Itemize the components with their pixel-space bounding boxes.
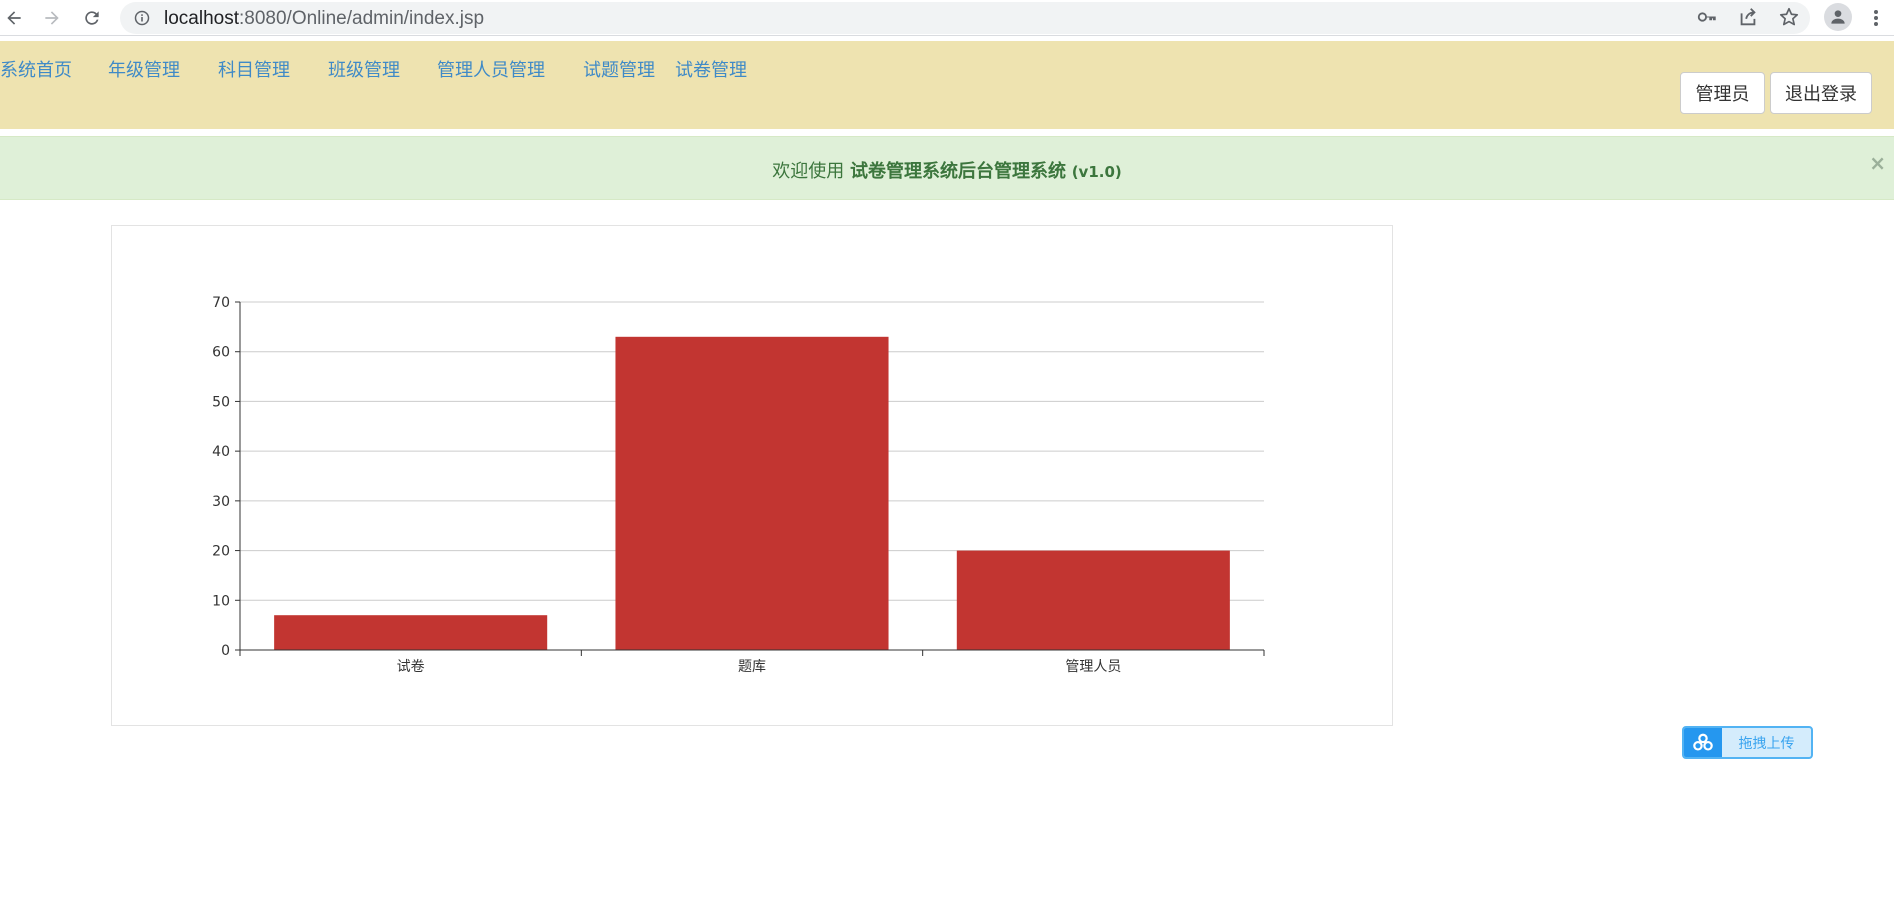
forward-icon[interactable] — [40, 6, 64, 30]
nav-item-grade[interactable]: 年级管理 — [108, 56, 180, 82]
upload-label: 拖拽上传 — [1738, 735, 1795, 752]
y-tick-label: 30 — [212, 494, 230, 510]
logout-button[interactable]: 退出登录 — [1770, 72, 1872, 114]
nav-item-subject[interactable]: 科目管理 — [218, 56, 290, 82]
bar-chart: 0 10 20 30 40 50 60 70 试卷 题库 管理人员 — [212, 295, 1265, 675]
share-icon[interactable] — [1737, 6, 1759, 28]
x-tick-label: 题库 — [738, 659, 766, 675]
version-label: (v1.0) — [1071, 163, 1122, 181]
nav-item-home[interactable]: 系统首页 — [0, 56, 72, 82]
admin-button[interactable]: 管理员 — [1680, 72, 1765, 114]
chart-panel: 0 10 20 30 40 50 60 70 试卷 题库 管理人员 — [111, 225, 1393, 726]
cloud-logo-icon — [1684, 728, 1722, 757]
app-header: 系统首页 年级管理 科目管理 班级管理 管理人员管理 试题管理 试卷管理 管理员… — [0, 41, 1894, 129]
y-tick-label: 50 — [212, 394, 230, 410]
bookmark-star-icon[interactable] — [1778, 6, 1800, 28]
y-tick-label: 0 — [221, 643, 230, 659]
y-tick-label: 20 — [212, 544, 230, 560]
nav-item-staff[interactable]: 管理人员管理 — [437, 56, 545, 82]
profile-avatar-icon[interactable] — [1824, 3, 1852, 31]
welcome-alert: 欢迎使用 试卷管理系统后台管理系统 (v1.0) × — [0, 136, 1894, 200]
key-icon[interactable] — [1696, 6, 1718, 28]
bar-0 — [274, 615, 548, 650]
reload-icon[interactable] — [80, 6, 104, 30]
nav-item-papers[interactable]: 试卷管理 — [675, 56, 747, 82]
y-tick-label: 60 — [212, 345, 230, 361]
bar-2 — [956, 550, 1230, 650]
drag-upload-widget[interactable]: 拖拽上传 — [1682, 726, 1813, 759]
nav-item-class[interactable]: 班级管理 — [328, 56, 400, 82]
x-tick-label: 试卷 — [397, 659, 425, 675]
bar-1 — [615, 336, 889, 650]
nav-item-questions[interactable]: 试题管理 — [583, 56, 655, 82]
y-tick-label: 10 — [212, 593, 230, 609]
browser-menu-icon[interactable] — [1866, 6, 1886, 30]
y-tick-label: 70 — [212, 295, 230, 311]
address-bar[interactable]: localhost:8080/Online/admin/index.jsp — [120, 2, 1810, 34]
welcome-message: 欢迎使用 试卷管理系统后台管理系统 (v1.0) — [772, 161, 1122, 182]
close-icon[interactable]: × — [1869, 151, 1886, 175]
y-tick-label: 40 — [212, 444, 230, 460]
info-icon[interactable] — [134, 10, 150, 26]
system-name: 试卷管理系统后台管理系统 — [849, 161, 1066, 182]
url-text: localhost:8080/Online/admin/index.jsp — [164, 8, 485, 29]
browser-toolbar: localhost:8080/Online/admin/index.jsp — [0, 0, 1894, 36]
back-icon[interactable] — [2, 6, 26, 30]
x-tick-label: 管理人员 — [1065, 659, 1121, 675]
